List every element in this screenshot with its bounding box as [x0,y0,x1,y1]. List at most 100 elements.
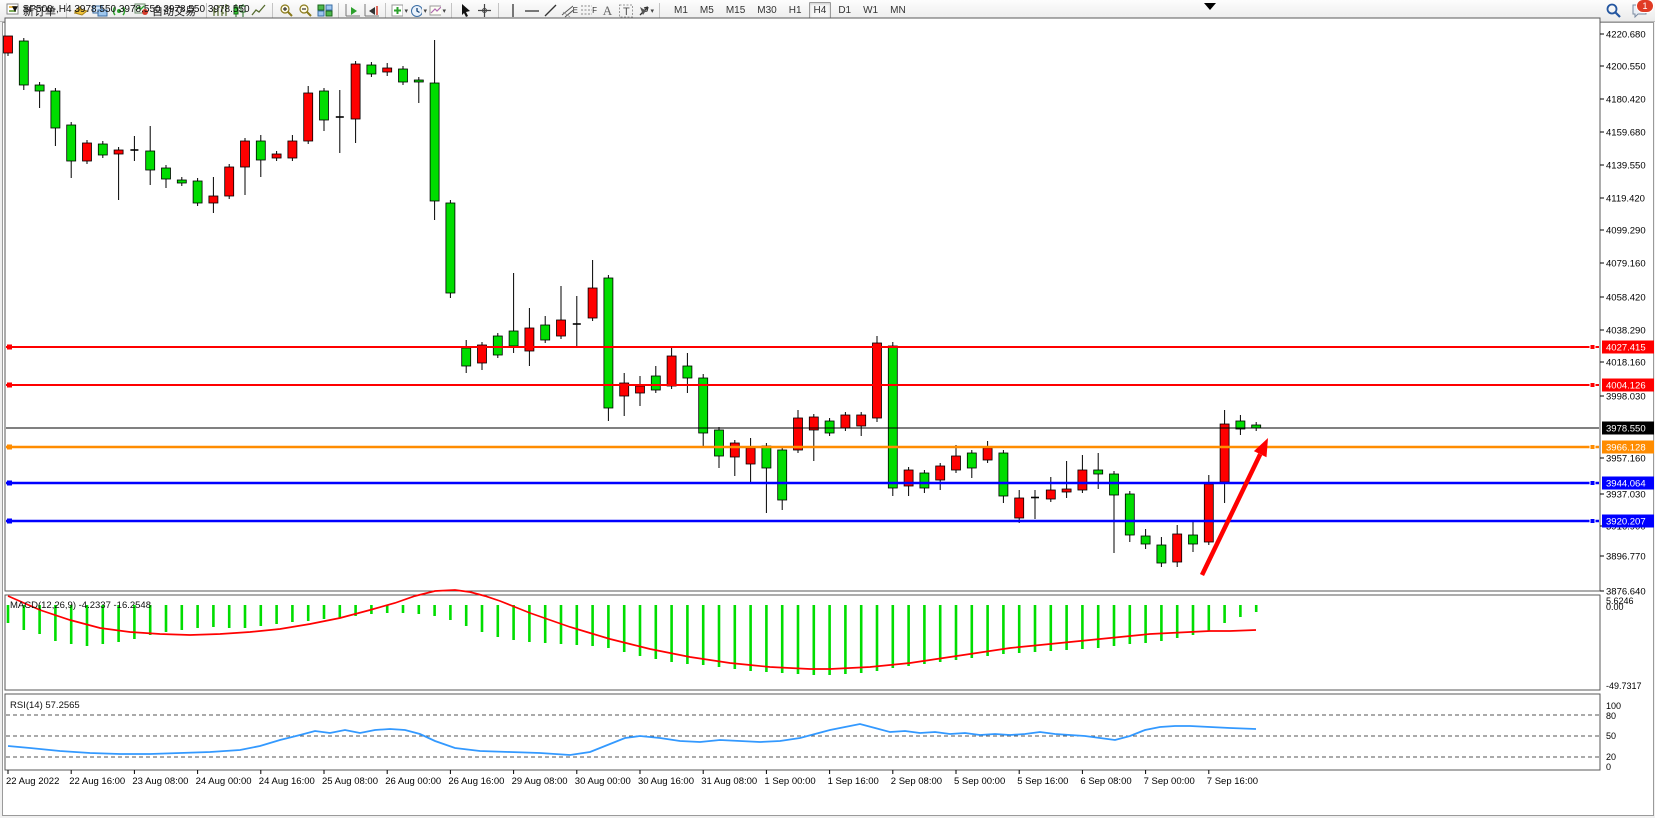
chart-title: ▼ SP500-,H4 3978.550 3978.550 3978.550 3… [10,4,250,15]
time-tick-label: 24 Aug 00:00 [196,776,252,787]
candle-body [983,448,992,460]
candle-body [430,83,439,201]
time-tick-label: 25 Aug 08:00 [322,776,378,787]
candle-body [557,320,566,336]
candle-body [1094,470,1103,474]
price-tick-label: 3957.160 [1606,454,1646,465]
time-tick-label: 26 Aug 16:00 [448,776,504,787]
line-right-handle[interactable] [1590,345,1595,350]
candle-body [256,141,265,160]
rsi-scale-label: 100 [1606,701,1621,711]
candle-body [83,143,92,161]
time-tick-label: 22 Aug 2022 [6,776,59,787]
candle-body [778,450,787,500]
rsi-scale-label: 20 [1606,752,1616,762]
candle-body [98,144,107,155]
scroll-to-end-marker [1204,3,1216,10]
candle-body [446,203,455,293]
candle-body [667,356,676,386]
line-left-handle[interactable] [7,519,12,524]
time-tick-label: 2 Sep 08:00 [891,776,942,787]
price-tick-label: 4220.680 [1606,30,1646,41]
candle-body [604,278,613,408]
candle-body [162,168,171,179]
time-tick-label: 1 Sep 16:00 [828,776,879,787]
candle-body [383,68,392,72]
candle-body [351,64,360,119]
candle-body [272,154,281,158]
candle-body [1078,470,1087,490]
candle-body [509,331,518,346]
candle-body [193,181,202,203]
line-right-handle[interactable] [1590,481,1595,486]
candle-body [1110,474,1119,495]
candle-body [952,456,961,470]
candle-body [225,167,234,196]
candle-body [146,151,155,170]
candle-body [715,430,724,456]
candle-body [399,69,408,82]
candle-body [320,91,329,120]
candle-body [367,65,376,74]
candle-body [1046,490,1055,499]
price-tick-label: 4018.160 [1606,358,1646,369]
candle-body [1204,484,1213,542]
candle-body [636,386,645,393]
time-tick-label: 6 Sep 08:00 [1080,776,1131,787]
line-right-handle[interactable] [1590,445,1595,450]
line-left-handle[interactable] [7,383,12,388]
chart-canvas[interactable]: ▼ SP500-,H4 3978.550 3978.550 3978.550 3… [0,0,1655,796]
line-left-handle[interactable] [7,481,12,486]
price-tick-label: 4099.290 [1606,226,1646,237]
line-right-handle[interactable] [1590,383,1595,388]
candle-body [588,288,597,318]
macd-scale-zero: 0.00 [1606,602,1624,612]
price-badge-label: 4004.126 [1606,381,1646,392]
time-tick-label: 30 Aug 00:00 [575,776,631,787]
time-tick-label: 24 Aug 16:00 [259,776,315,787]
candle-body [541,325,550,340]
candle-body [67,125,76,161]
candle-body [1062,489,1071,492]
time-tick-label: 5 Sep 16:00 [1017,776,1068,787]
candle-body [999,453,1008,496]
line-left-handle[interactable] [7,345,12,350]
candle-body [794,418,803,450]
candle-body [493,336,502,355]
time-tick-label: 26 Aug 00:00 [385,776,441,787]
main-chart-panel[interactable] [5,18,1600,591]
price-tick-label: 4180.420 [1606,95,1646,106]
price-badge-label: 3966.128 [1606,443,1646,454]
candle-body [304,93,313,141]
candle-body [462,348,471,366]
candle-body [857,415,866,426]
candle-body [1125,494,1134,535]
candle-body [177,180,186,183]
candle-body [1157,545,1166,563]
candle-body [414,80,423,82]
time-tick-label: 23 Aug 08:00 [132,776,188,787]
price-badge-label: 3978.550 [1606,424,1646,435]
candle-body [4,36,13,53]
price-tick-label: 4079.160 [1606,259,1646,270]
candle-body [51,91,60,128]
candle-body [241,141,250,167]
candle-body [762,446,771,468]
time-tick-label: 22 Aug 16:00 [69,776,125,787]
candle-body [209,196,218,203]
candle-body [19,41,28,85]
price-tick-label: 4159.680 [1606,128,1646,139]
price-tick-label: 4119.420 [1606,194,1645,205]
price-tick-label: 4139.550 [1606,161,1646,172]
rsi-scale-label: 0 [1606,762,1611,772]
time-tick-label: 1 Sep 00:00 [764,776,815,787]
price-tick-label: 3937.030 [1606,490,1646,501]
candle-body [873,343,882,418]
candle-body [1173,534,1182,562]
candle-body [1220,424,1229,482]
candle-body [683,366,692,378]
line-left-handle[interactable] [7,445,12,450]
line-right-handle[interactable] [1590,519,1595,524]
rsi-panel[interactable] [5,694,1600,770]
candle-body [825,421,834,433]
